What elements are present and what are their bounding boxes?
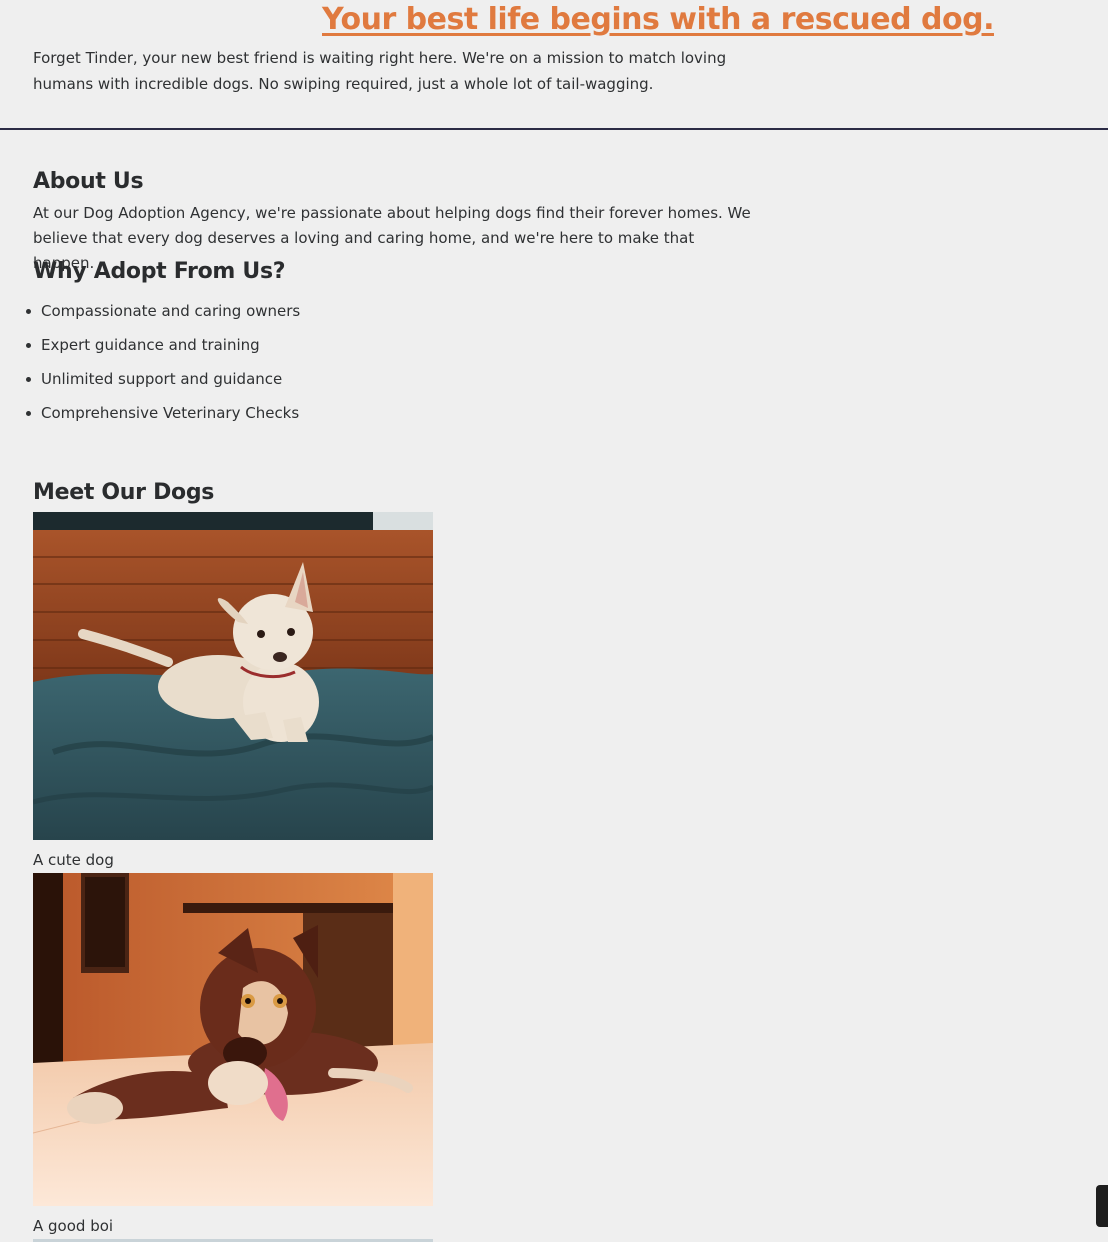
- why-adopt-heading: Why Adopt From Us?: [33, 259, 286, 284]
- section-divider: [0, 128, 1108, 130]
- floating-side-tab[interactable]: [1096, 1185, 1108, 1227]
- list-item: Unlimited support and guidance: [25, 365, 300, 399]
- meet-dogs-heading: Meet Our Dogs: [33, 480, 215, 505]
- page: Your best life begins with a rescued dog…: [0, 0, 1108, 1242]
- list-item: Expert guidance and training: [25, 331, 300, 365]
- dog-photo-brown-dog: [33, 873, 433, 1206]
- list-item: Compassionate and caring owners: [25, 297, 300, 331]
- about-heading: About Us: [33, 169, 144, 194]
- dog-photo-white-terrier: [33, 512, 433, 840]
- why-adopt-list: Compassionate and caring owners Expert g…: [25, 297, 300, 433]
- dog-caption: A cute dog: [33, 851, 114, 869]
- hero-intro-text: Forget Tinder, your new best friend is w…: [33, 49, 727, 93]
- dog-caption: A good boi: [33, 1217, 114, 1235]
- list-item: Comprehensive Veterinary Checks: [25, 399, 300, 433]
- hero-title-link[interactable]: Your best life begins with a rescued dog…: [322, 0, 994, 40]
